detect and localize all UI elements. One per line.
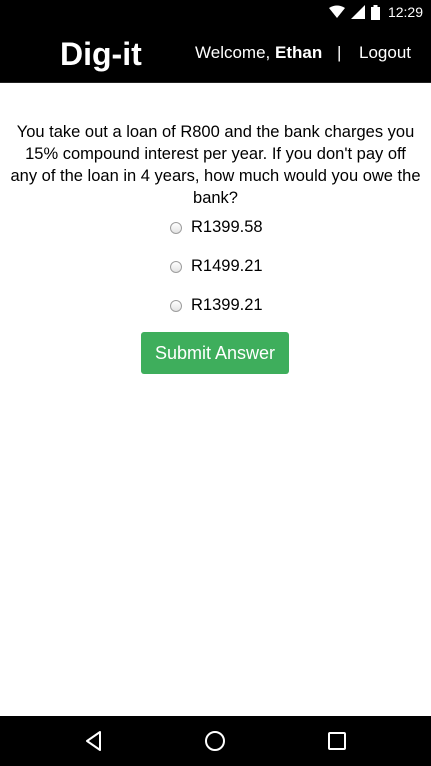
answer-option[interactable]: R1499.21 [170, 257, 263, 276]
answer-label: R1499.21 [191, 257, 263, 275]
logout-link[interactable]: Logout [359, 42, 411, 64]
answer-option[interactable]: R1399.58 [170, 218, 263, 237]
answer-label: R1399.21 [191, 296, 263, 314]
submit-answer-button[interactable]: Submit Answer [141, 332, 289, 374]
header-divider: | [337, 43, 342, 62]
answer-option[interactable]: R1399.21 [170, 296, 263, 315]
welcome-text: Welcome, Ethan [195, 42, 322, 64]
signal-icon [350, 5, 365, 19]
welcome-prefix: Welcome, [195, 43, 275, 62]
nav-bar [0, 716, 431, 766]
answer-label: R1399.58 [191, 218, 263, 236]
user-name: Ethan [275, 43, 323, 62]
radio-button[interactable] [170, 221, 182, 234]
recents-icon[interactable] [325, 729, 349, 753]
status-time: 12:29 [387, 4, 423, 20]
question-text: You take out a loan of R800 and the bank… [10, 123, 421, 207]
status-bar: 12:29 [0, 0, 431, 24]
header-rule [0, 82, 431, 83]
radio-button[interactable] [170, 260, 182, 273]
home-icon[interactable] [203, 729, 227, 753]
wifi-icon [328, 5, 345, 19]
back-icon[interactable] [82, 729, 106, 753]
battery-icon [370, 4, 380, 20]
radio-button[interactable] [170, 299, 182, 312]
brand-logo[interactable]: Dig-it [60, 34, 142, 74]
app-header: Dig-it Welcome, Ethan | Logout [0, 24, 431, 83]
